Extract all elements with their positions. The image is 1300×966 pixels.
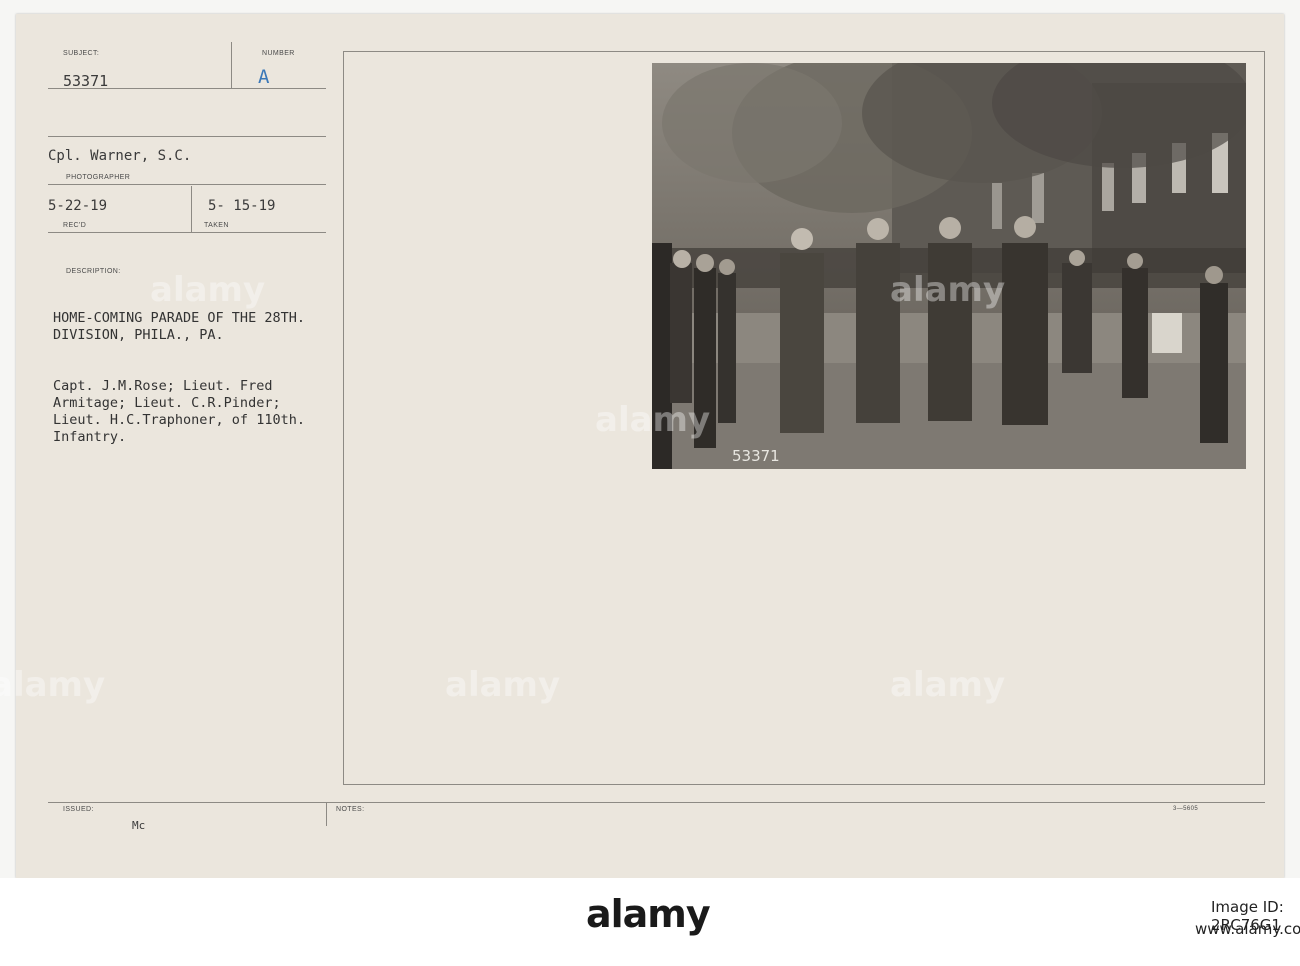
- description-body: Capt. J.M.Rose; Lieut. Fred Armitage; Li…: [53, 378, 305, 445]
- notes-label: NOTES:: [336, 806, 365, 813]
- taken-value: 5- 15-19: [208, 198, 276, 214]
- issued-label: ISSUED:: [63, 806, 94, 813]
- received-label: REC'D: [63, 222, 87, 229]
- header-divider: [231, 42, 232, 89]
- site-url: www.alamy.com: [1195, 920, 1300, 938]
- footer-divider: [326, 802, 327, 826]
- dates-rule: [48, 232, 326, 233]
- photographer-value: Cpl. Warner, S.C.: [48, 148, 192, 164]
- issued-value: Mc: [132, 819, 146, 832]
- watermark: alamy: [595, 400, 711, 440]
- watermark: alamy: [150, 270, 266, 310]
- received-value: 5-22-19: [48, 198, 108, 214]
- watermark: alamy: [890, 665, 1006, 705]
- photo-scene: [652, 63, 1246, 469]
- photographer-rule: [48, 184, 326, 185]
- number-value: A: [258, 66, 270, 88]
- bottom-rule: [48, 802, 1265, 803]
- alamy-logo: alamy: [586, 892, 711, 936]
- description-title: HOME-COMING PARADE OF THE 28TH. DIVISION…: [53, 310, 305, 343]
- photographer-label: PHOTOGRAPHER: [66, 174, 131, 181]
- taken-label: TAKEN: [204, 222, 229, 229]
- watermark: alamy: [890, 270, 1006, 310]
- watermark: alamy: [0, 665, 106, 705]
- parade-photograph: 53371: [652, 63, 1246, 469]
- dates-divider: [191, 186, 192, 232]
- number-label: NUMBER: [262, 50, 295, 57]
- negative-number: 53371: [732, 447, 780, 465]
- description-label: DESCRIPTION:: [66, 268, 121, 275]
- form-code: 3—5605: [1173, 806, 1199, 812]
- subject-label: SUBJECT:: [63, 50, 100, 57]
- watermark: alamy: [445, 665, 561, 705]
- header-rule: [48, 88, 326, 89]
- photographer-top-rule: [48, 136, 326, 137]
